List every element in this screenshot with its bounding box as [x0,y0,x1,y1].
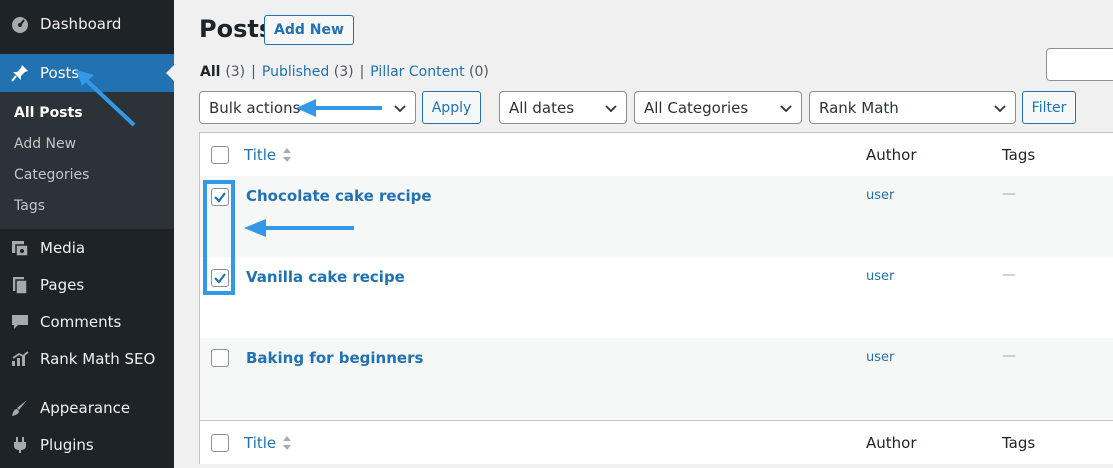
date-filter-select[interactable]: All dates [499,91,627,124]
column-author: Author [866,146,917,164]
posts-table: Title Author Tags Chocolate cake recipe … [199,132,1113,464]
plug-icon [0,435,40,455]
view-all[interactable]: All (3) [200,64,245,80]
sidebar-item-label: Media [40,239,86,257]
category-filter-select[interactable]: All Categories [634,91,802,124]
table-footer: Title Author Tags [200,420,1113,464]
filter-button[interactable]: Filter [1022,91,1076,124]
column-title-label: Title [244,146,277,164]
sidebar-item-label: Comments [40,313,122,331]
sidebar-item-appearance[interactable]: Appearance [0,389,174,427]
view-all-label: All [200,64,221,80]
sidebar-item-pages[interactable]: Pages [0,266,174,304]
sidebar-item-label: Rank Math SEO [40,350,156,368]
sidebar-item-label: Pages [40,276,85,294]
submenu-categories[interactable]: Categories [14,167,89,183]
separator: | [359,64,365,80]
category-filter-value: All Categories [644,98,749,117]
date-filter-value: All dates [509,98,575,117]
pages-icon [0,275,40,295]
annotation-arrow-icon [296,99,382,117]
chevron-down-icon [605,105,617,113]
dashboard-icon [0,14,40,34]
post-author-link[interactable]: user [866,350,894,365]
bulk-actions-value: Bulk actions [209,98,301,117]
view-published[interactable]: Published (3) [262,64,354,80]
rank-math-icon [0,349,40,369]
chevron-down-icon [394,105,406,113]
media-icon [0,238,40,258]
annotation-arrow-icon [244,219,354,237]
post-title-link[interactable]: Vanilla cake recipe [246,268,405,286]
sort-icon [283,436,292,450]
post-title-link[interactable]: Baking for beginners [246,349,423,367]
view-pillar-label: Pillar Content [370,64,465,80]
sidebar-item-label: Dashboard [40,15,122,33]
chevron-down-icon [780,105,792,113]
apply-button[interactable]: Apply [422,91,481,124]
select-all-checkbox[interactable] [211,146,229,164]
post-tags: — [1002,267,1016,283]
post-title-link[interactable]: Chocolate cake recipe [246,187,432,205]
sidebar-item-plugins[interactable]: Plugins [0,426,174,464]
table-row: Baking for beginners user — [200,338,1113,419]
sidebar-item-comments[interactable]: Comments [0,303,174,341]
table-header: Title Author Tags [200,133,1113,177]
sidebar-item-media[interactable]: Media [0,229,174,267]
column-tags: Tags [1002,146,1036,164]
post-author-link[interactable]: user [866,269,894,284]
submenu-tags[interactable]: Tags [14,198,45,214]
table-row: Vanilla cake recipe user — [200,257,1113,338]
separator: | [251,64,256,80]
column-title-sort[interactable]: Title [244,434,292,452]
sidebar-item-label: Appearance [40,399,131,417]
annotation-arrow-icon [76,70,136,127]
submenu-add-new[interactable]: Add New [14,136,76,152]
sidebar-item-rank-math-seo[interactable]: Rank Math SEO [0,340,174,378]
view-published-label: Published [261,64,330,80]
column-title-label: Title [244,434,277,452]
row-checkbox[interactable] [211,349,229,367]
rank-math-filter-select[interactable]: Rank Math [809,91,1016,124]
pin-icon [0,63,40,83]
rank-math-filter-value: Rank Math [819,98,899,117]
chevron-down-icon [994,105,1006,113]
post-author-link[interactable]: user [866,188,894,203]
table-row: Chocolate cake recipe user — [200,176,1113,257]
comments-icon [0,312,40,332]
column-tags: Tags [1002,434,1036,452]
post-tags: — [1002,348,1016,364]
add-new-button[interactable]: Add New [264,15,354,45]
column-title-sort[interactable]: Title [244,146,292,164]
view-all-count: (3) [225,64,246,80]
view-published-count: (3) [333,64,354,80]
select-all-checkbox-footer[interactable] [211,434,229,452]
view-pillar-count: (0) [469,64,489,80]
column-author: Author [866,434,917,452]
post-status-views: All (3) | Published (3) | Pillar Content… [200,64,489,80]
view-pillar-content[interactable]: Pillar Content (0) [370,64,489,80]
sidebar-item-dashboard[interactable]: Dashboard [0,5,174,43]
post-tags: — [1002,186,1016,202]
sort-icon [283,148,292,162]
brush-icon [0,398,40,418]
checkbox-highlight-box [203,180,235,295]
sidebar-item-label: Plugins [40,436,94,454]
search-input[interactable] [1046,48,1113,81]
page-title: Posts [199,15,274,43]
